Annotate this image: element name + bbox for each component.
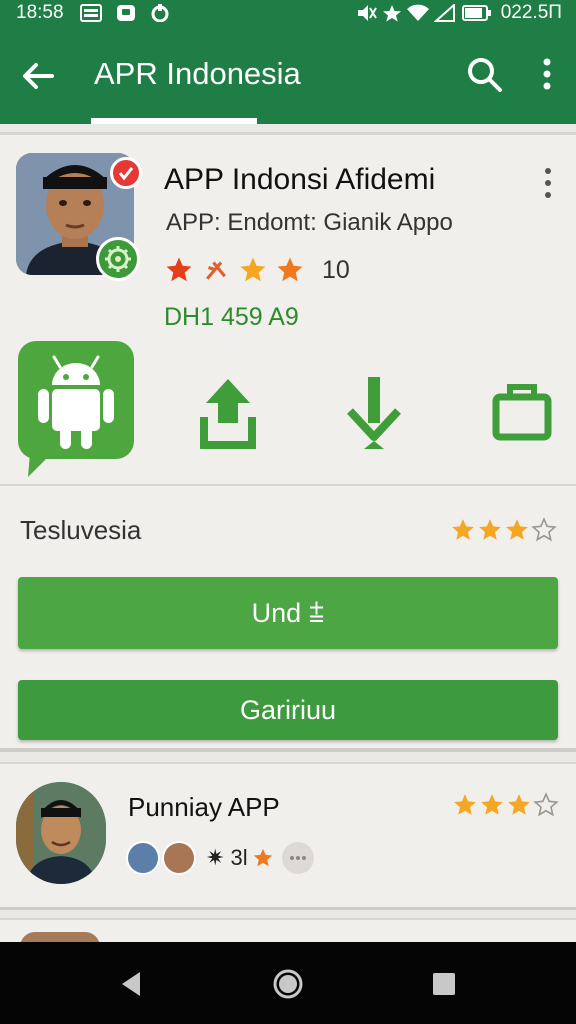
list-item-avatar	[16, 782, 106, 884]
app-subtitle: APP: Endomt: Gianik Appo	[166, 209, 453, 236]
rating-count: 10	[322, 255, 350, 284]
star-icon	[454, 794, 476, 815]
page-title: APR Indonesia	[94, 56, 301, 91]
verified-badge	[110, 157, 142, 189]
status-battery-text: 022.5Π	[500, 2, 562, 23]
star-icon	[383, 5, 401, 22]
secondary-button[interactable]: Gaririuu	[18, 680, 558, 740]
app-rating: 10	[164, 253, 350, 287]
upload-icon[interactable]	[196, 371, 260, 455]
app-code: DH1 459 A9	[164, 303, 299, 331]
wifi-icon	[407, 4, 429, 21]
status-bar: 18:58 022.5Π	[0, 0, 576, 26]
star-icon	[508, 794, 530, 815]
app-bar: APR Indonesia	[0, 26, 576, 124]
battery-icon	[462, 5, 491, 21]
briefcase-icon[interactable]	[490, 371, 554, 455]
android-icon[interactable]	[18, 341, 134, 481]
check-icon	[118, 167, 134, 181]
sync-icon	[151, 4, 169, 22]
search-icon[interactable]	[464, 54, 504, 94]
navigation-bar	[0, 942, 576, 1024]
more-horiz-icon	[289, 856, 306, 860]
star-icon	[506, 519, 528, 540]
star-icon	[481, 794, 503, 815]
star-icon	[166, 257, 192, 282]
app-name: APP Indonsi Afidemi	[164, 163, 436, 196]
download-icon[interactable]	[342, 371, 406, 455]
notification-icon	[117, 5, 135, 21]
tab-indicator	[91, 118, 257, 124]
reviewer-avatar	[162, 841, 196, 875]
back-arrow-icon[interactable]	[18, 56, 58, 96]
section-label: Tesluvesia	[20, 515, 142, 545]
action-row	[0, 341, 576, 481]
app-detail-card: APP Indonsi Afidemi APP: Endomt: Gianik …	[0, 132, 576, 752]
reviewer-row: ✷ 3l	[126, 840, 314, 876]
section-rating	[450, 517, 558, 543]
star-icon	[479, 519, 501, 540]
divider	[0, 484, 576, 486]
nav-home-icon[interactable]	[268, 964, 308, 1004]
status-time: 18:58	[16, 2, 64, 23]
star-icon	[277, 257, 303, 282]
list-item-title: Punniay APP	[128, 792, 280, 822]
star-outline-icon	[533, 792, 559, 817]
star-half-icon	[206, 261, 226, 280]
star-icon	[240, 257, 266, 282]
list-item-rating	[452, 792, 560, 818]
gear-badge	[96, 237, 140, 281]
nav-back-icon[interactable]	[112, 964, 152, 1004]
reviewer-avatar	[126, 841, 160, 875]
more-vert-icon[interactable]	[532, 54, 562, 94]
card-more-icon[interactable]	[538, 165, 558, 201]
list-item[interactable]: Punniay APP ✷ 3l	[0, 762, 576, 910]
person-photo-icon	[16, 782, 106, 884]
list-item-avatar	[20, 932, 100, 942]
star-outline-icon	[531, 517, 557, 542]
sim-icon	[80, 4, 102, 22]
gear-icon	[105, 246, 131, 272]
signal-icon	[434, 4, 455, 22]
list-item-partial[interactable]	[0, 918, 576, 942]
primary-button[interactable]: Und ⩲	[18, 577, 558, 649]
more-reviewers-button[interactable]	[281, 842, 314, 874]
star-icon	[253, 848, 272, 867]
nav-recents-icon[interactable]	[424, 964, 464, 1004]
mute-icon	[358, 5, 377, 21]
reviewer-count: ✷ 3l	[206, 845, 248, 870]
star-icon	[452, 519, 474, 540]
